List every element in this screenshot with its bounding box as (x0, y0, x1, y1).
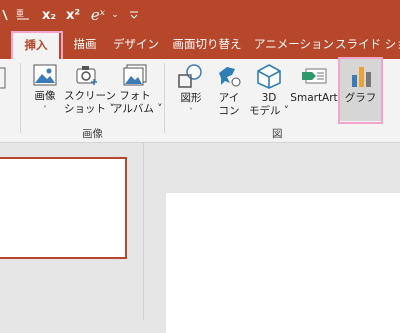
icons-label-line1: アイ (218, 92, 240, 104)
3d-models-button[interactable]: 3D モデル ˅ (248, 63, 290, 118)
icons-label-line2: コン (218, 105, 240, 117)
picture-label: 画像 (34, 90, 56, 102)
icons-button[interactable]: アイ コン (212, 63, 246, 118)
illustrations-group-label: 図 (272, 128, 283, 140)
screenshot-label-line1: スクリーン (64, 90, 116, 102)
slide-thumbnail[interactable] (0, 157, 127, 259)
quick-access-toolbar: 亜 x₂ x² eˣ ⌄ (0, 0, 400, 29)
quick-tool-partial-icon[interactable] (0, 6, 10, 24)
group-separator (164, 63, 165, 133)
photo-album-label-line1: フォト (119, 90, 151, 102)
cube-icon (257, 64, 281, 89)
picture-icon (33, 64, 57, 86)
chart-button-highlight (338, 57, 383, 124)
screenshot-button[interactable]: スクリーン ショット ˅ (64, 63, 116, 116)
smartart-button[interactable]: SmartArt (289, 63, 339, 105)
tab-draw[interactable]: 描画 (66, 29, 104, 59)
photo-album-label-line2: アルバム ˅ (112, 103, 163, 115)
partial-table-icon[interactable] (0, 67, 6, 89)
picture-button[interactable]: 画像 ˅ (26, 63, 64, 116)
shapes-dropdown-icon: ˅ (189, 107, 193, 116)
tab-animations[interactable]: アニメーション (252, 29, 336, 59)
svg-text:亜: 亜 (16, 9, 24, 18)
images-group-label: 画像 (82, 128, 103, 140)
photo-album-icon (123, 64, 147, 86)
equation-button[interactable]: eˣ (88, 6, 108, 24)
smartart-label: SmartArt (290, 92, 338, 104)
photo-album-button[interactable]: フォト アルバム ˅ (112, 63, 163, 116)
screenshot-label-line2: ショット ˅ (64, 103, 115, 115)
3d-models-label-line2: モデル ˅ (248, 105, 290, 117)
ribbon-panel: 画像 ˅ スクリーン ショット ˅ フォト アルバム ˅ 画像 図形 ˅ アイ … (0, 57, 400, 143)
shapes-label: 図形 (180, 92, 202, 104)
icons-icon (219, 67, 241, 87)
picture-dropdown-icon: ˅ (43, 105, 47, 114)
customize-icon[interactable] (128, 6, 140, 24)
ruby-icon[interactable]: 亜 (14, 6, 32, 24)
tab-design[interactable]: デザイン (110, 29, 162, 59)
tab-transitions[interactable]: 画面切り替え (170, 29, 244, 59)
superscript-button[interactable]: x² (65, 6, 81, 24)
3d-models-label-line1: 3D (261, 92, 277, 104)
slide-canvas[interactable] (166, 193, 400, 333)
shapes-button[interactable]: 図形 ˅ (172, 63, 210, 118)
subscript-button[interactable]: x₂ (41, 6, 57, 24)
dropdown-icon[interactable]: ⌄ (110, 6, 120, 24)
group-separator (20, 63, 21, 133)
smartart-icon (302, 68, 327, 84)
tab-slideshow[interactable]: スライド ショー (335, 29, 400, 59)
screenshot-icon (76, 66, 97, 85)
shapes-icon (178, 64, 202, 88)
